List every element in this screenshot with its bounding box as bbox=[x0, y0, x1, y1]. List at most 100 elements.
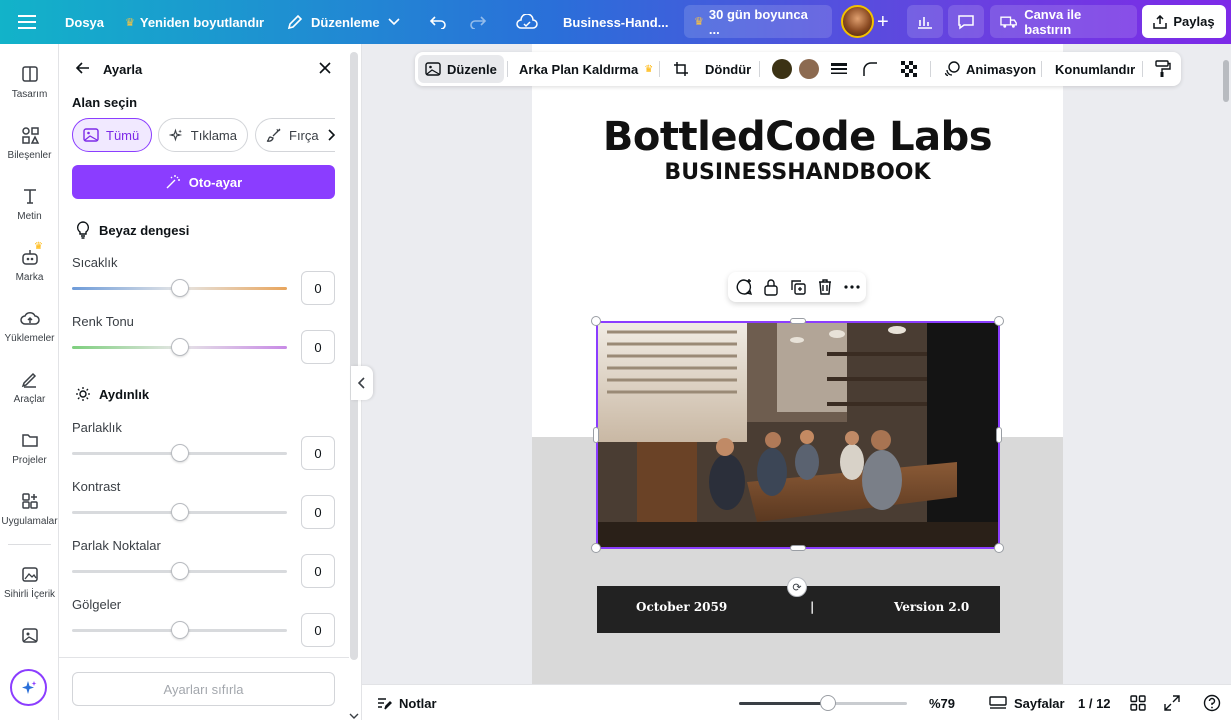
zoom-knob[interactable] bbox=[820, 695, 837, 711]
rail-item-uploads[interactable]: Yüklemeler bbox=[0, 300, 59, 358]
notes-icon bbox=[378, 698, 392, 710]
rail-label: Projeler bbox=[12, 455, 47, 466]
help-icon[interactable] bbox=[1203, 685, 1221, 720]
edit-mode-dropdown[interactable]: Düzenleme bbox=[287, 0, 400, 44]
trash-icon[interactable] bbox=[816, 278, 834, 296]
back-arrow-icon[interactable] bbox=[75, 60, 91, 81]
canvas-scrollbar[interactable] bbox=[1223, 60, 1229, 102]
document-title[interactable]: BottledCode Labs bbox=[532, 114, 1063, 160]
rail-label: Metin bbox=[17, 211, 42, 222]
contrast-value[interactable]: 0 bbox=[301, 495, 335, 529]
rail-item-photos[interactable] bbox=[0, 617, 59, 675]
rotate-handle-icon[interactable]: ⟳ bbox=[787, 577, 807, 597]
auto-adjust-label: Oto-ayar bbox=[188, 174, 243, 190]
pencil-icon bbox=[287, 14, 303, 30]
reset-adjustments-button[interactable]: Ayarları sıfırla bbox=[72, 672, 335, 706]
avatar[interactable] bbox=[841, 5, 874, 38]
color-swatch-brown[interactable] bbox=[799, 59, 819, 79]
highlights-label: Parlak Noktalar bbox=[72, 538, 161, 553]
resize-handle-right[interactable] bbox=[996, 427, 1002, 443]
document-name[interactable]: Business-Hand... bbox=[563, 0, 668, 44]
trial-button[interactable]: ♛ 30 gün boyunca ... bbox=[684, 5, 832, 38]
pages-button[interactable]: Sayfalar bbox=[989, 685, 1065, 720]
resize-handle-bl[interactable] bbox=[591, 543, 601, 553]
brightness-knob[interactable] bbox=[171, 444, 189, 462]
draw-icon bbox=[21, 372, 36, 388]
comment-add-icon[interactable] bbox=[735, 278, 753, 296]
share-button[interactable]: Paylaş bbox=[1142, 5, 1226, 38]
cloud-upload-icon bbox=[19, 312, 40, 325]
area-brush-button[interactable]: Fırça bbox=[255, 118, 335, 152]
lock-icon[interactable] bbox=[762, 278, 780, 296]
rail-label: Sihirli İçerik bbox=[3, 589, 56, 600]
rail-item-projects[interactable]: Projeler bbox=[0, 422, 59, 480]
highlights-knob[interactable] bbox=[171, 562, 189, 580]
close-icon[interactable] bbox=[317, 60, 333, 81]
print-button[interactable]: Canva ile bastırın bbox=[990, 5, 1137, 38]
crop-icon[interactable] bbox=[673, 52, 689, 86]
magic-assistant-button[interactable] bbox=[10, 669, 47, 706]
panel-divider bbox=[59, 657, 349, 658]
crown-icon: ♛ bbox=[644, 63, 654, 75]
rail-item-design[interactable]: Tasarım bbox=[0, 56, 59, 114]
notes-button[interactable]: Notlar bbox=[376, 685, 437, 720]
rail-item-tools[interactable]: Araçlar bbox=[0, 361, 59, 419]
insights-button[interactable] bbox=[907, 5, 943, 38]
rail-item-apps[interactable]: Uygulamalar bbox=[0, 483, 59, 541]
shadows-knob[interactable] bbox=[171, 621, 189, 639]
zoom-value[interactable]: %79 bbox=[929, 685, 955, 720]
contrast-knob[interactable] bbox=[171, 503, 189, 521]
highlights-value[interactable]: 0 bbox=[301, 554, 335, 588]
tint-value[interactable]: 0 bbox=[301, 330, 335, 364]
bg-remove-button[interactable]: Arka Plan Kaldırma ♛ bbox=[519, 52, 653, 86]
undo-icon[interactable] bbox=[429, 0, 447, 44]
position-button[interactable]: Konumlandır bbox=[1055, 52, 1135, 86]
resize-handle-tr[interactable] bbox=[994, 316, 1004, 326]
chevron-right-icon[interactable] bbox=[327, 128, 336, 146]
rail-item-brand[interactable]: ♛ Marka bbox=[0, 239, 59, 297]
page-counter[interactable]: 1 / 12 bbox=[1078, 685, 1111, 720]
cloud-saved-icon[interactable] bbox=[516, 0, 538, 44]
rail-label: Bileşenler bbox=[7, 150, 52, 161]
document-subtitle[interactable]: BUSINESSHANDBOOK bbox=[532, 160, 1063, 185]
temperature-knob[interactable] bbox=[171, 279, 189, 297]
add-icon[interactable]: + bbox=[877, 0, 889, 44]
menu-icon[interactable] bbox=[18, 0, 36, 44]
file-menu[interactable]: Dosya bbox=[65, 0, 104, 44]
line-weight-icon[interactable] bbox=[831, 52, 847, 86]
temperature-value[interactable]: 0 bbox=[301, 271, 335, 305]
area-all-button[interactable]: Tümü bbox=[72, 118, 152, 152]
crown-icon: ♛ bbox=[34, 241, 43, 252]
auto-adjust-button[interactable]: Oto-ayar bbox=[72, 165, 335, 199]
redo-icon[interactable] bbox=[469, 0, 487, 44]
rail-item-magic-media[interactable]: Sihirli İçerik bbox=[0, 556, 59, 614]
magic-image-icon bbox=[21, 567, 38, 582]
comment-button[interactable] bbox=[948, 5, 984, 38]
scroll-down-icon[interactable] bbox=[349, 707, 359, 720]
area-click-button[interactable]: Tıklama bbox=[158, 118, 248, 152]
resize-handle-left[interactable] bbox=[593, 427, 599, 443]
color-swatch-dark[interactable] bbox=[772, 59, 792, 79]
resize-handle-bottom[interactable] bbox=[790, 545, 806, 551]
edit-image-button[interactable]: Düzenle bbox=[418, 55, 504, 83]
tint-knob[interactable] bbox=[171, 338, 189, 356]
resize-handle-top[interactable] bbox=[790, 318, 806, 324]
shadows-value[interactable]: 0 bbox=[301, 613, 335, 647]
resize-handle-br[interactable] bbox=[994, 543, 1004, 553]
corner-rounding-icon[interactable] bbox=[862, 52, 878, 86]
more-icon[interactable] bbox=[843, 278, 861, 296]
fullscreen-icon[interactable] bbox=[1164, 685, 1180, 720]
rotate-button[interactable]: Döndür bbox=[705, 52, 751, 86]
panel-scrollbar[interactable] bbox=[350, 52, 358, 660]
transparency-icon[interactable] bbox=[901, 52, 917, 86]
collapse-panel-button[interactable] bbox=[351, 366, 373, 400]
rail-item-elements[interactable]: Bileşenler bbox=[0, 117, 59, 175]
paint-format-icon[interactable] bbox=[1155, 52, 1171, 86]
resize-handle-tl[interactable] bbox=[591, 316, 601, 326]
animate-button[interactable]: Animasyon bbox=[944, 52, 1036, 86]
rail-item-text[interactable]: Metin bbox=[0, 178, 59, 236]
brightness-value[interactable]: 0 bbox=[301, 436, 335, 470]
duplicate-icon[interactable] bbox=[789, 278, 807, 296]
grid-view-icon[interactable] bbox=[1130, 685, 1146, 720]
resize-button[interactable]: ♛ Yeniden boyutlandır bbox=[125, 0, 264, 44]
